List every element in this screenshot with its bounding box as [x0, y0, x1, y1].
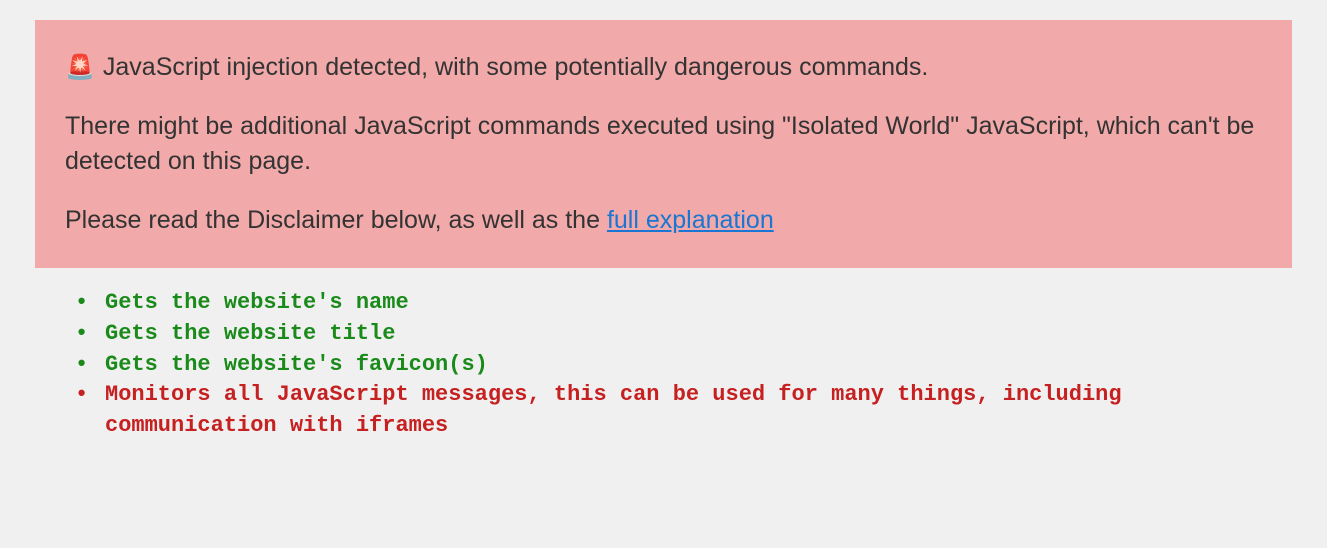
page-container: 🚨 JavaScript injection detected, with so… — [0, 0, 1327, 462]
list-item: Gets the website's favicon(s) — [65, 350, 1262, 381]
finding-text: Gets the website's name — [105, 290, 409, 315]
alert-title-text: JavaScript injection detected, with some… — [103, 50, 928, 85]
finding-text: Gets the website's favicon(s) — [105, 352, 488, 377]
list-item: Gets the website title — [65, 319, 1262, 350]
alert-title-line: 🚨 JavaScript injection detected, with so… — [65, 50, 1262, 85]
finding-text: Monitors all JavaScript messages, this c… — [105, 382, 1122, 438]
alert-footer-line: Please read the Disclaimer below, as wel… — [65, 203, 1262, 238]
list-item: Gets the website's name — [65, 288, 1262, 319]
alert-body-text: There might be additional JavaScript com… — [65, 109, 1262, 179]
alert-footer-prefix: Please read the Disclaimer below, as wel… — [65, 206, 607, 234]
full-explanation-link[interactable]: full explanation — [607, 206, 774, 234]
alert-box: 🚨 JavaScript injection detected, with so… — [35, 20, 1292, 268]
siren-icon: 🚨 — [65, 56, 95, 80]
finding-text: Gets the website title — [105, 321, 395, 346]
list-item: Monitors all JavaScript messages, this c… — [65, 380, 1262, 442]
findings-list: Gets the website's name Gets the website… — [35, 288, 1292, 442]
